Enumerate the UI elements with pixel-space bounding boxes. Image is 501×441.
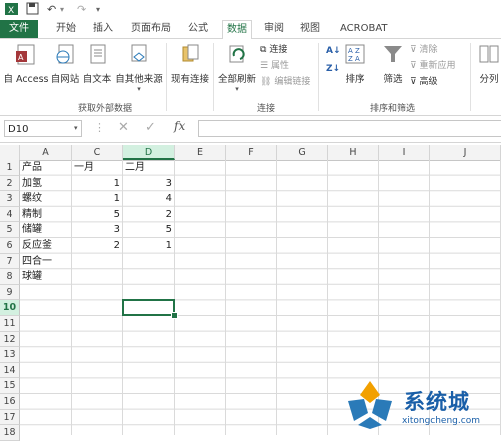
access-icon: A (3, 43, 49, 68)
group-divider (166, 43, 167, 111)
svg-text:X: X (8, 6, 14, 16)
tab-home[interactable]: 开始 (52, 20, 80, 38)
insert-function-icon[interactable]: fx (174, 119, 185, 133)
undo-icon[interactable]: ↶ (47, 2, 56, 18)
watermark-logo-icon (344, 381, 396, 433)
group-divider (470, 43, 471, 111)
cell-c1[interactable]: 一月 (74, 160, 120, 176)
sort-button[interactable]: A ZZ A 排序 (342, 43, 368, 85)
web-icon (49, 43, 81, 68)
enter-icon[interactable]: ✓ (145, 120, 156, 135)
existing-connections-button[interactable]: 现有连接 (168, 43, 212, 85)
redo-icon[interactable]: ↷ (77, 2, 86, 18)
refresh-icon (216, 43, 258, 68)
cell-a4[interactable]: 精制 (22, 207, 69, 223)
reapply-icon: ⊽ (410, 61, 417, 71)
filter-icon (380, 43, 406, 68)
cell-c3[interactable]: 1 (74, 191, 120, 207)
svg-text:A: A (18, 53, 24, 62)
from-web-button[interactable]: 自网站 (49, 43, 81, 85)
svg-text:Z A: Z A (348, 55, 360, 63)
connections-icon: ⧉ (260, 45, 267, 55)
other-sources-icon (113, 43, 165, 68)
formula-input[interactable] (198, 120, 501, 137)
sort-ascending-icon[interactable]: A↓ (326, 45, 341, 57)
edit-links-button[interactable]: ⛓ 编辑链接 (260, 76, 310, 88)
chevron-down-icon: ▾ (235, 85, 239, 93)
clear-button[interactable]: ⊽ 清除 (410, 44, 437, 56)
text-file-icon (81, 43, 113, 68)
tab-page-layout[interactable]: 页面布局 (127, 20, 175, 38)
clear-filter-icon: ⊽ (410, 45, 417, 55)
name-box[interactable]: D10 (4, 120, 82, 137)
cell-c2[interactable]: 1 (74, 176, 120, 192)
chevron-down-icon[interactable]: ▾ (74, 124, 78, 132)
tab-file[interactable]: 文件 (0, 20, 38, 38)
selected-cell-outline (122, 299, 175, 316)
watermark-url: xitongcheng.com (402, 416, 480, 426)
properties-button[interactable]: ☰ 属性 (260, 60, 289, 72)
cell-c6[interactable]: 2 (74, 238, 120, 254)
refresh-all-button[interactable]: 全部刷新 ▾ (216, 43, 258, 93)
cell-a3[interactable]: 螺纹 (22, 191, 69, 207)
watermark-text: 系统城 (404, 390, 470, 414)
from-access-button[interactable]: A 自 Access (3, 43, 49, 85)
tab-formulas[interactable]: 公式 (184, 20, 212, 38)
cell-a8[interactable]: 球罐 (22, 269, 69, 285)
cell-c5[interactable]: 3 (74, 222, 120, 238)
group-label-sort-filter: 排序和筛选 (370, 104, 416, 114)
tab-insert[interactable]: 插入 (89, 20, 117, 38)
tab-review[interactable]: 审阅 (260, 20, 288, 38)
svg-text:A Z: A Z (348, 47, 360, 55)
tab-data[interactable]: 数据 (222, 20, 252, 40)
cell-d4[interactable]: 2 (125, 207, 172, 223)
undo-dropdown-icon[interactable]: ▾ (60, 2, 64, 18)
group-label-connections: 连接 (257, 104, 276, 114)
cell-d3[interactable]: 4 (125, 191, 172, 207)
cancel-icon[interactable]: ✕ (118, 120, 129, 135)
advanced-button[interactable]: ⊽ 高级 (410, 76, 437, 88)
cell-a7[interactable]: 四合一 (22, 254, 69, 270)
cell-d1[interactable]: 二月 (125, 160, 172, 176)
cell-a6[interactable]: 反应釜 (22, 238, 69, 254)
group-label-external-data: 获取外部数据 (78, 104, 133, 114)
quick-access-toolbar: X ↶ ▾ ↷ ▾ (0, 0, 501, 20)
cell-a5[interactable]: 储罐 (22, 222, 69, 238)
cell-c4[interactable]: 5 (74, 207, 120, 223)
properties-icon: ☰ (260, 61, 269, 71)
ribbon-tabs: 文件 开始 插入 页面布局 公式 数据 审阅 视图 ACROBAT (0, 20, 501, 40)
customize-toolbar-icon[interactable]: ▾ (96, 2, 100, 18)
chevron-down-icon: ▾ (137, 85, 141, 93)
reapply-button[interactable]: ⊽ 重新应用 (410, 60, 455, 72)
cell-d5[interactable]: 5 (125, 222, 172, 238)
existing-connections-icon (168, 43, 212, 68)
save-icon[interactable] (26, 2, 39, 18)
ribbon: A 自 Access 自网站 自文本 自其他来源 ▾ 现有连接 获取外部数据 全… (0, 39, 501, 116)
group-divider (318, 43, 319, 111)
sort-descending-icon[interactable]: Z↓ (326, 63, 340, 75)
formula-bar-menu-icon[interactable]: ⋮ (94, 121, 105, 134)
fill-handle[interactable] (171, 312, 178, 319)
connections-button[interactable]: ⧉ 连接 (260, 44, 287, 56)
from-other-sources-button[interactable]: 自其他来源 ▾ (113, 43, 165, 93)
cell-a1[interactable]: 产品 (22, 160, 69, 176)
cell-a2[interactable]: 加氢 (22, 176, 69, 192)
split-columns-icon (474, 43, 501, 68)
cell-d2[interactable]: 3 (125, 176, 172, 192)
from-text-button[interactable]: 自文本 (81, 43, 113, 85)
advanced-filter-icon: ⊽ (410, 77, 417, 87)
filter-button[interactable]: 筛选 (380, 43, 406, 85)
formula-bar: D10 ▾ ⋮ ✕ ✓ fx (0, 116, 501, 143)
sort-icon: A ZZ A (342, 43, 368, 68)
group-divider (213, 43, 214, 111)
tab-acrobat[interactable]: ACROBAT (336, 20, 392, 38)
tab-view[interactable]: 视图 (296, 20, 324, 38)
text-to-columns-button[interactable]: 分列 (474, 43, 501, 85)
cell-d6[interactable]: 1 (125, 238, 172, 254)
edit-links-icon: ⛓ (260, 77, 272, 87)
excel-logo-icon: X (5, 2, 19, 18)
